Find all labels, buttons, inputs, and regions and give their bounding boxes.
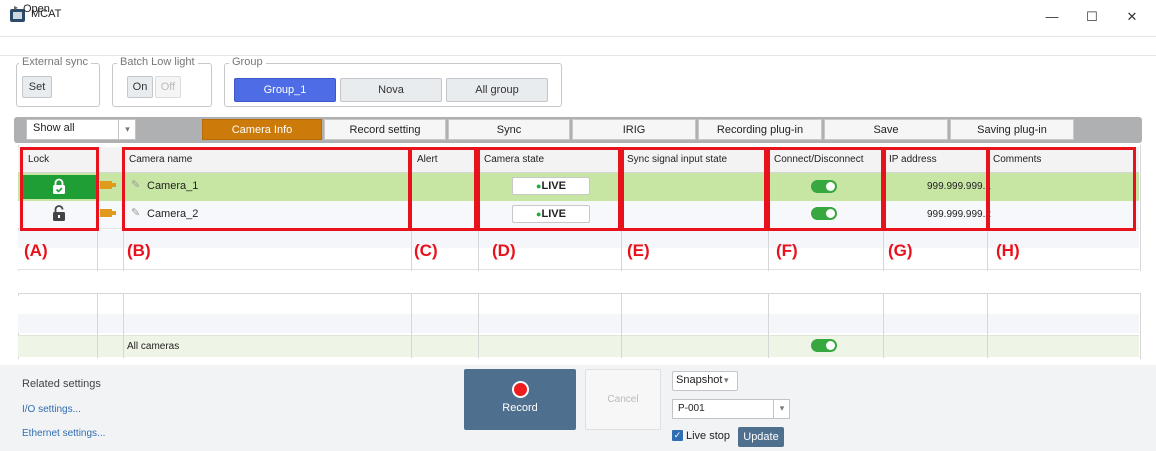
- chevron-down-icon[interactable]: ▾: [724, 375, 729, 386]
- table-row: [18, 248, 1139, 270]
- table-row: [18, 230, 1139, 248]
- all-cameras-label: All cameras: [127, 341, 180, 352]
- grid-line: [883, 294, 884, 358]
- annotation-label-d: (D): [492, 241, 516, 260]
- filter-value: Show all: [33, 122, 75, 134]
- record-dot-icon: [512, 381, 529, 398]
- record-label: Record: [502, 402, 538, 414]
- io-settings-link[interactable]: I/O settings...: [22, 404, 81, 415]
- close-button[interactable]: ✕: [1122, 7, 1142, 27]
- grid-line: [768, 294, 769, 358]
- annotation-box-f: [767, 147, 884, 231]
- minimize-button[interactable]: —: [1042, 7, 1062, 27]
- annotation-box-c: [409, 147, 477, 231]
- camera-icon: [100, 209, 112, 217]
- chevron-down-icon[interactable]: ▾: [118, 119, 136, 140]
- low-light-on-button[interactable]: On: [127, 76, 153, 98]
- grid-line: [621, 294, 622, 358]
- annotation-box-h: [987, 147, 1136, 231]
- annotation-box-g: [883, 147, 989, 231]
- preset-value: P-001: [678, 403, 705, 414]
- tab-sync[interactable]: Sync: [448, 119, 570, 140]
- cancel-label: Cancel: [607, 394, 639, 405]
- related-settings-title: Related settings: [22, 378, 101, 390]
- grid-line: [987, 294, 988, 358]
- external-sync-title: External sync: [19, 56, 92, 68]
- batch-low-light-title: Batch Low light: [117, 56, 198, 68]
- tab-save[interactable]: Save: [824, 119, 948, 140]
- annotation-label-b: (B): [127, 241, 151, 260]
- grid-line: [97, 294, 98, 358]
- live-stop-label: Live stop: [686, 430, 731, 442]
- tab-record-setting[interactable]: Record setting: [324, 119, 446, 140]
- open-bar[interactable]: [0, 36, 1156, 56]
- snapshot-label: Snapshot: [676, 374, 723, 386]
- annotation-box-d: [477, 147, 621, 231]
- table-row: [18, 314, 1139, 333]
- annotation-box-b: [122, 147, 411, 231]
- maximize-button[interactable]: ☐: [1082, 7, 1102, 27]
- record-button[interactable]: [464, 369, 576, 430]
- camera-icon: [100, 181, 112, 189]
- all-cameras-row[interactable]: [18, 335, 1139, 357]
- annotation-box-a: [20, 147, 99, 231]
- bottom-panel: [0, 365, 1156, 451]
- all-group-button[interactable]: All group: [446, 78, 548, 102]
- grid-line: [123, 294, 124, 358]
- group-1-button[interactable]: Group_1: [234, 78, 336, 102]
- tab-camera-info[interactable]: Camera Info: [202, 119, 322, 140]
- grid-line: [478, 294, 479, 358]
- title-bar: [0, 0, 1156, 34]
- nova-button[interactable]: Nova: [340, 78, 442, 102]
- grid-line: [411, 294, 412, 358]
- annotation-label-a: (A): [24, 241, 48, 260]
- update-button[interactable]: Update: [738, 427, 784, 447]
- external-sync-set-button[interactable]: Set: [22, 76, 52, 98]
- annotation-label-f: (F): [776, 241, 798, 260]
- camera-icon-lens: [112, 211, 116, 215]
- annotation-label-c: (C): [414, 241, 438, 260]
- annotation-label-g: (G): [888, 241, 913, 260]
- low-light-off-button[interactable]: Off: [155, 76, 181, 98]
- tab-recording-plug-in[interactable]: Recording plug-in: [698, 119, 822, 140]
- expand-arrow-icon[interactable]: ▸: [14, 3, 18, 12]
- crop-gap: [0, 272, 1156, 292]
- annotation-label-h: (H): [996, 241, 1020, 260]
- tab-saving-plug-in[interactable]: Saving plug-in: [950, 119, 1074, 140]
- live-stop-checkbox[interactable]: ✓: [672, 430, 683, 441]
- chevron-down-icon[interactable]: ▾: [773, 399, 790, 419]
- tab-irig[interactable]: IRIG: [572, 119, 696, 140]
- open-label[interactable]: Open: [23, 3, 50, 15]
- ethernet-settings-link[interactable]: Ethernet settings...: [22, 428, 105, 439]
- camera-icon-lens: [112, 183, 116, 187]
- annotation-label-e: (E): [627, 241, 650, 260]
- annotation-box-e: [621, 147, 767, 231]
- table-row: [18, 296, 1139, 314]
- group-title: Group: [229, 56, 266, 68]
- all-cameras-toggle[interactable]: [811, 339, 837, 352]
